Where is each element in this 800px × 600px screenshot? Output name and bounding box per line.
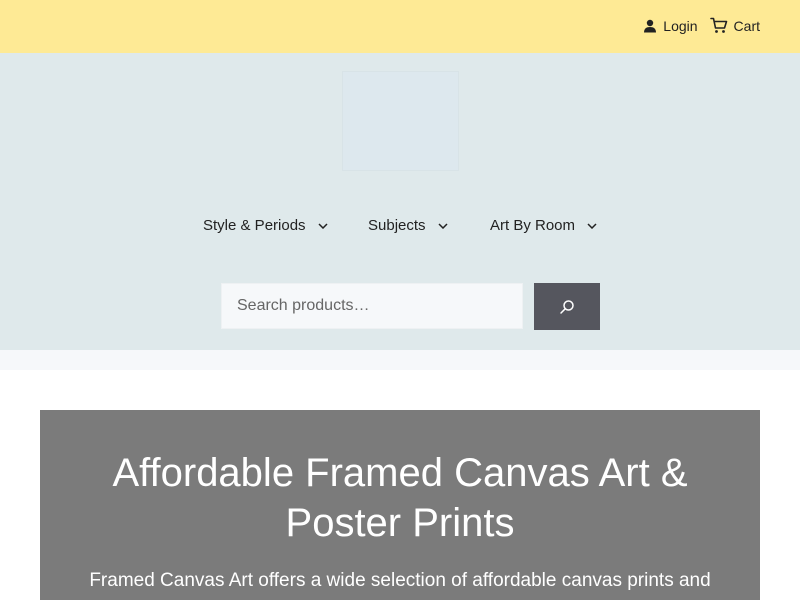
account-links: Login Cart: [643, 17, 760, 34]
cart-icon: [709, 17, 727, 33]
site-header: Style & Periods Subjects Art By Room: [0, 53, 800, 350]
hero-intro: Framed Canvas Art offers a wide selectio…: [89, 570, 711, 591]
nav-item-style-periods[interactable]: Style & Periods: [203, 217, 328, 234]
nav-item-subjects[interactable]: Subjects: [368, 217, 448, 234]
site-logo[interactable]: [342, 71, 459, 171]
chevron-down-icon: [587, 222, 597, 229]
search-icon: [560, 299, 574, 314]
hero-banner: Affordable Framed Canvas Art & Poster Pr…: [40, 410, 760, 600]
cart-link[interactable]: Cart: [709, 17, 760, 34]
top-bar: Login Cart: [0, 0, 800, 53]
nav-item-label: Art By Room: [490, 217, 576, 234]
chevron-down-icon: [318, 222, 328, 229]
nav-item-label: Style & Periods: [203, 217, 306, 234]
login-link[interactable]: Login: [643, 17, 698, 34]
cart-label: Cart: [733, 17, 760, 34]
nav-item-label: Subjects: [368, 217, 426, 234]
user-icon: [644, 19, 657, 32]
hero-title: Affordable Framed Canvas Art & Poster Pr…: [112, 451, 688, 545]
search-button[interactable]: [534, 283, 600, 330]
chevron-down-icon: [438, 222, 448, 229]
header-divider: [0, 350, 800, 370]
login-label: Login: [663, 17, 698, 34]
search-input[interactable]: [221, 283, 523, 329]
nav-item-art-by-room[interactable]: Art By Room: [490, 217, 597, 234]
